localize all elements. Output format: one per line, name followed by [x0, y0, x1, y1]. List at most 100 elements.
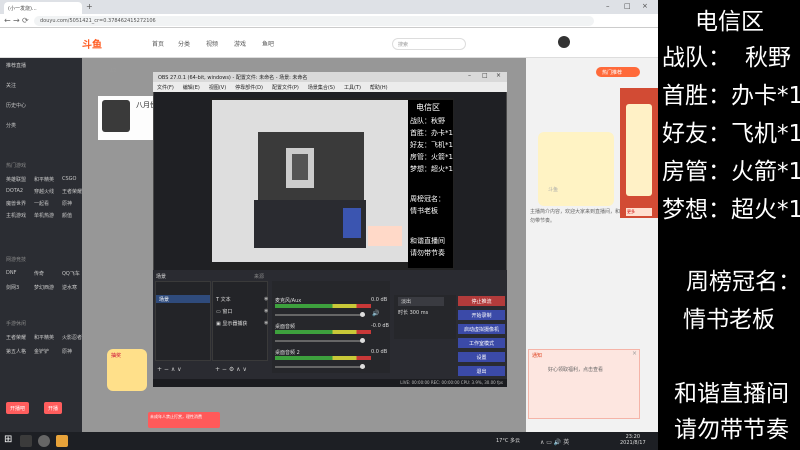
streamer-avatar[interactable]	[102, 100, 130, 132]
start-recording-button[interactable]: 开始录制	[458, 310, 505, 320]
scene-list[interactable]	[155, 281, 211, 361]
sidebar-item-category[interactable]: 分类	[6, 122, 16, 129]
volume-slider[interactable]	[275, 366, 365, 368]
volume-slider-knob[interactable]	[360, 312, 365, 317]
tray-icons[interactable]: ∧ ▭ 🔊 英	[540, 437, 569, 446]
sidebar-game[interactable]: 和平精英	[34, 176, 54, 183]
eye-icon[interactable]: ◉	[264, 320, 268, 326]
url-input[interactable]: douyu.com/5051421_cr=0.378462415272106	[34, 16, 594, 26]
search-icon[interactable]	[20, 435, 32, 447]
nav-games[interactable]: 游戏	[234, 39, 246, 48]
obs-taskbar-icon[interactable]	[38, 435, 50, 447]
site-search-input[interactable]: 搜索	[392, 38, 466, 50]
source-item[interactable]: T 文本	[216, 296, 231, 303]
eye-icon[interactable]: ◉	[264, 296, 268, 302]
sidebar-game[interactable]: 火影忍者	[62, 334, 82, 341]
volume-meter	[275, 304, 371, 308]
sidebar-game[interactable]: CSGO	[62, 176, 76, 182]
transition-select[interactable]: 淡出	[398, 297, 444, 306]
sidebar-game[interactable]: 金铲铲	[34, 348, 49, 355]
source-item[interactable]: ▭ 窗口	[216, 308, 232, 315]
sidebar-game[interactable]: DOTA2	[6, 188, 23, 194]
volume-slider-knob[interactable]	[360, 338, 365, 343]
scene-item[interactable]: 场景	[156, 295, 210, 303]
obs-menu-view[interactable]: 视图(V)	[209, 85, 226, 91]
sidebar-game[interactable]: 梦幻西游	[34, 284, 54, 291]
back-icon[interactable]: ←	[4, 16, 11, 25]
volume-slider[interactable]	[275, 314, 365, 316]
close-icon[interactable]: ×	[642, 2, 648, 10]
studio-mode-button[interactable]: 工作室模式	[458, 338, 505, 348]
side-ad-label[interactable]: 更多	[626, 208, 652, 216]
user-avatar[interactable]	[558, 36, 570, 48]
clock[interactable]: 23:20 2021/8/17	[620, 434, 646, 446]
volume-slider[interactable]	[275, 340, 365, 342]
new-tab-button[interactable]: +	[86, 2, 93, 11]
sidebar-item-history[interactable]: 历史中心	[6, 102, 26, 109]
notification-title: 通知	[532, 353, 543, 359]
reload-icon[interactable]: ⟳	[22, 16, 29, 25]
obs-minimize-icon[interactable]: –	[468, 72, 471, 79]
obs-close-icon[interactable]: ×	[496, 72, 501, 79]
sidebar-open-button[interactable]: 开播	[44, 402, 63, 414]
obs-menu-edit[interactable]: 编辑(E)	[183, 85, 200, 91]
settings-button[interactable]: 设置	[458, 352, 505, 362]
nav-fishbar[interactable]: 鱼吧	[262, 39, 274, 48]
sidebar-game[interactable]: 魔兽世界	[6, 200, 26, 207]
windows-start-icon[interactable]: ⊞	[4, 434, 12, 445]
preview-region: 电信区	[416, 103, 440, 112]
sidebar-game[interactable]: 王者荣耀	[62, 188, 82, 195]
obs-menu-tools[interactable]: 工具(T)	[344, 85, 361, 91]
sidebar-game[interactable]: 单机热游	[34, 212, 54, 219]
notification-popup[interactable]	[528, 349, 640, 419]
nav-category[interactable]: 分类	[178, 39, 190, 48]
exit-button[interactable]: 退出	[458, 366, 505, 376]
sidebar-item-follow[interactable]: 关注	[6, 82, 16, 89]
sidebar-item-recommend[interactable]: 推荐直播	[6, 62, 26, 69]
sidebar-game[interactable]: 剑网3	[6, 284, 19, 291]
hot-badge[interactable]: 热门推荐	[596, 67, 640, 77]
sidebar-game[interactable]: DNF	[6, 270, 16, 276]
obs-maximize-icon[interactable]: □	[482, 72, 488, 79]
sidebar-game[interactable]: 主机游戏	[6, 212, 26, 219]
scenes-header: 场景	[156, 274, 167, 280]
obs-menu-help[interactable]: 帮助(H)	[370, 85, 388, 91]
volume-slider-knob[interactable]	[360, 364, 365, 369]
source-item[interactable]: ▣ 显示器捕获	[216, 320, 247, 327]
speaker-icon[interactable]: 🔊	[372, 310, 379, 317]
sidebar-game[interactable]: QQ飞车	[62, 270, 80, 277]
eye-icon[interactable]: ◉	[264, 308, 268, 314]
sidebar-start-live-button[interactable]: 开播吧	[6, 402, 30, 414]
source-add-remove-icons[interactable]: + − ⚙ ∧ ∨	[215, 366, 247, 373]
sidebar-game[interactable]: 逆水寒	[62, 284, 77, 291]
sidebar-game[interactable]: 原神	[62, 348, 72, 355]
sidebar-game[interactable]: 第五人格	[6, 348, 26, 355]
forward-icon[interactable]: →	[13, 16, 20, 25]
minimize-icon[interactable]: –	[606, 2, 610, 10]
sidebar-game[interactable]: 英雄联盟	[6, 176, 26, 183]
scene-add-remove-icons[interactable]: + − ∧ ∨	[157, 366, 182, 373]
chrome-taskbar-icon[interactable]	[56, 435, 68, 447]
weather-widget[interactable]: 17°C 多云	[496, 437, 520, 444]
sidebar-game[interactable]: 王者荣耀	[6, 334, 26, 341]
mixer-channel-db: -0.0 dB	[371, 323, 389, 329]
virtual-camera-button[interactable]: 启动虚拟摄像机	[458, 324, 505, 334]
obs-menu-scene-collection[interactable]: 场景集合(S)	[308, 85, 335, 91]
maximize-icon[interactable]: □	[624, 2, 631, 10]
transition-duration[interactable]: 时长 300 ms	[398, 309, 428, 316]
sidebar-game[interactable]: 穿越火线	[34, 188, 54, 195]
obs-menu-docks[interactable]: 停靠部件(D)	[235, 85, 263, 91]
stop-streaming-button[interactable]: 停止推流	[458, 296, 505, 306]
site-logo[interactable]: 斗鱼	[82, 36, 102, 51]
obs-menu-file[interactable]: 文件(F)	[157, 85, 174, 91]
close-icon[interactable]: ×	[632, 350, 637, 357]
browser-tab[interactable]: (小一发烧)...	[4, 2, 82, 14]
obs-menu-profile[interactable]: 配置文件(P)	[272, 85, 299, 91]
sidebar-game[interactable]: 原神	[62, 200, 72, 207]
sidebar-game[interactable]: 一起看	[34, 200, 49, 207]
sidebar-game[interactable]: 和平精英	[34, 334, 54, 341]
sidebar-game[interactable]: 颜值	[62, 212, 72, 219]
sidebar-game[interactable]: 传奇	[34, 270, 44, 277]
nav-video[interactable]: 视频	[206, 39, 218, 48]
nav-home[interactable]: 首页	[152, 39, 164, 48]
